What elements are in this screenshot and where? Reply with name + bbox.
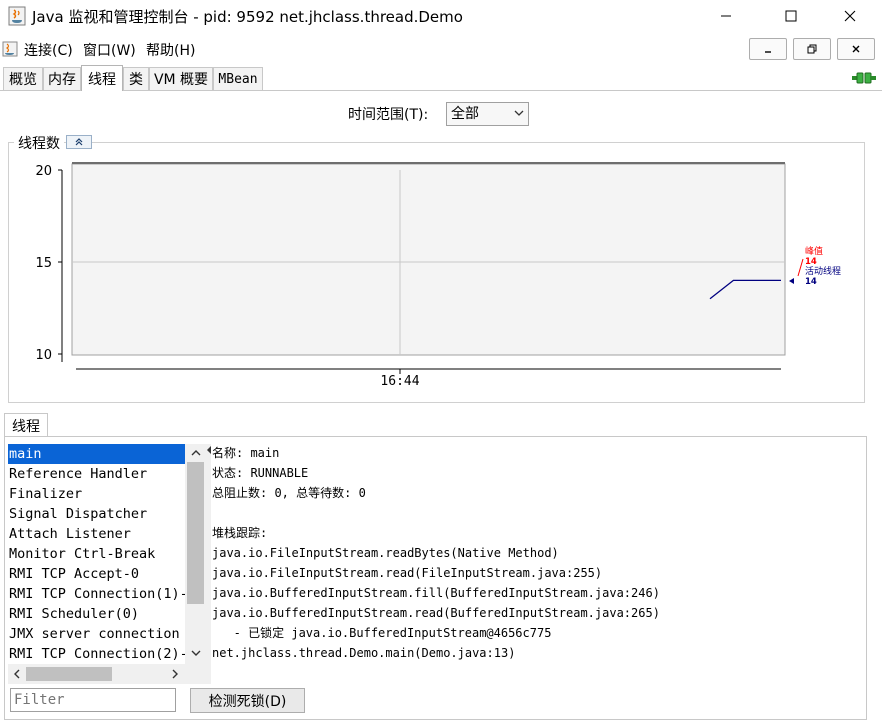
- chart-legend: 峰值 14 活动线程 14: [789, 245, 841, 287]
- tab-classes[interactable]: 类: [123, 67, 149, 90]
- scroll-right-button[interactable]: [166, 664, 184, 684]
- internal-restore-button[interactable]: [793, 38, 831, 60]
- tab-strip-border: [0, 90, 882, 91]
- chevron-down-icon: [512, 106, 526, 120]
- tab-vm-summary[interactable]: VM 概要: [149, 67, 213, 90]
- restore-icon: [807, 44, 817, 54]
- internal-close-button[interactable]: [837, 38, 875, 60]
- maximize-icon: [785, 10, 797, 22]
- time-range-label: 时间范围(T):: [348, 107, 429, 123]
- thread-list-item[interactable]: Monitor Ctrl-Break: [8, 544, 185, 564]
- connection-status-icon: [852, 70, 876, 90]
- detail-line: java.io.FileInputStream.read(FileInputSt…: [212, 566, 603, 580]
- double-chevron-up-icon: [75, 138, 83, 146]
- chevron-down-icon: [191, 650, 201, 656]
- detail-line: java.io.BufferedInputStream.read(Buffere…: [212, 606, 660, 620]
- thread-filter-input[interactable]: [10, 688, 176, 712]
- legend-active-marker: [789, 278, 794, 284]
- tab-overview[interactable]: 概览: [3, 67, 43, 90]
- close-icon: [852, 45, 860, 53]
- thread-list-item[interactable]: Attach Listener: [8, 524, 185, 544]
- menu-window[interactable]: 窗口(W): [83, 40, 136, 60]
- thread-list-item[interactable]: JMX server connection: [8, 624, 185, 644]
- detail-line: [212, 503, 862, 523]
- y-ticks: 20 15 10: [35, 164, 62, 363]
- maximize-button[interactable]: [768, 0, 814, 32]
- threads-subtab[interactable]: 线程: [4, 413, 48, 437]
- detail-line: 堆栈跟踪:: [212, 526, 268, 540]
- thread-list-item[interactable]: Finalizer: [8, 484, 185, 504]
- thread-count-chart: 20 15 10 16:44 峰值 14 活动线程 14: [35, 162, 841, 389]
- collapse-button[interactable]: [66, 135, 92, 149]
- detail-line: 状态: RUNNABLE: [212, 466, 309, 480]
- x-tick-label: 16:44: [380, 374, 419, 389]
- tab-mbean[interactable]: MBean: [213, 67, 263, 90]
- thread-detail-text: 名称: main 状态: RUNNABLE 总阻止数: 0, 总等待数: 0 堆栈跟踪…: [212, 443, 862, 663]
- java-app-icon: [8, 6, 26, 26]
- internal-minimize-button[interactable]: [749, 38, 787, 60]
- chevron-up-icon: [191, 450, 201, 456]
- scroll-left-button[interactable]: [8, 664, 26, 684]
- detail-line: java.io.BufferedInputStream.fill(Buffere…: [212, 586, 660, 600]
- minimize-button[interactable]: [703, 0, 749, 32]
- thread-list-item[interactable]: RMI TCP Connection(2)-: [8, 644, 185, 664]
- split-pane-divider[interactable]: [207, 444, 211, 684]
- chevron-right-icon: [172, 669, 178, 679]
- y-tick-label: 20: [35, 164, 52, 179]
- tab-threads[interactable]: 线程: [81, 65, 123, 91]
- horizontal-scroll-thumb[interactable]: [26, 667, 112, 681]
- detail-line: java.io.FileInputStream.readBytes(Native…: [212, 546, 559, 560]
- window-title: Java 监视和管理控制台 - pid: 9592 net.jhclass.th…: [32, 8, 463, 26]
- thread-list-item[interactable]: Reference Handler: [8, 464, 185, 484]
- close-button[interactable]: [827, 0, 873, 32]
- legend-active-value: 14: [805, 277, 817, 287]
- thread-list-item[interactable]: main: [8, 444, 185, 464]
- java-menu-icon[interactable]: [2, 41, 18, 57]
- legend-peak-marker: [797, 258, 804, 277]
- close-icon: [844, 10, 856, 22]
- chevron-left-icon: [14, 669, 20, 679]
- plot-area: [71, 163, 786, 356]
- x-ticks: 16:44: [380, 369, 420, 389]
- detail-line: 总阻止数: 0, 总等待数: 0: [212, 486, 366, 500]
- detail-line: - 已锁定 java.io.BufferedInputStream@4656c7…: [212, 626, 552, 640]
- vertical-scroll-thumb[interactable]: [187, 462, 204, 604]
- scroll-down-button[interactable]: [186, 644, 206, 662]
- legend-peak-value: 14: [805, 257, 817, 267]
- detail-line: 名称: main: [212, 446, 280, 460]
- thread-list[interactable]: main Reference Handler Finalizer Signal Dis…: [8, 444, 185, 664]
- legend-active-label: 活动线程: [805, 265, 841, 277]
- detail-line: net.jhclass.thread.Demo.main(Demo.java:1…: [212, 646, 516, 660]
- thread-list-item[interactable]: Signal Dispatcher: [8, 504, 185, 524]
- thread-list-item[interactable]: RMI TCP Connection(1)-: [8, 584, 185, 604]
- thread-list-item[interactable]: RMI TCP Accept-0: [8, 564, 185, 584]
- tab-memory[interactable]: 内存: [43, 67, 81, 90]
- menu-connection[interactable]: 连接(C): [24, 40, 73, 60]
- thread-list-item[interactable]: RMI Scheduler(0): [8, 604, 185, 624]
- minimize-icon: [765, 51, 771, 53]
- scroll-up-button[interactable]: [186, 444, 206, 462]
- detect-deadlock-button[interactable]: 检测死锁(D): [190, 688, 305, 713]
- minimize-icon: [721, 15, 731, 17]
- legend-peak-label: 峰值: [805, 245, 823, 257]
- menu-help[interactable]: 帮助(H): [146, 40, 195, 60]
- y-tick-label: 10: [35, 348, 52, 363]
- y-tick-label: 15: [35, 256, 52, 271]
